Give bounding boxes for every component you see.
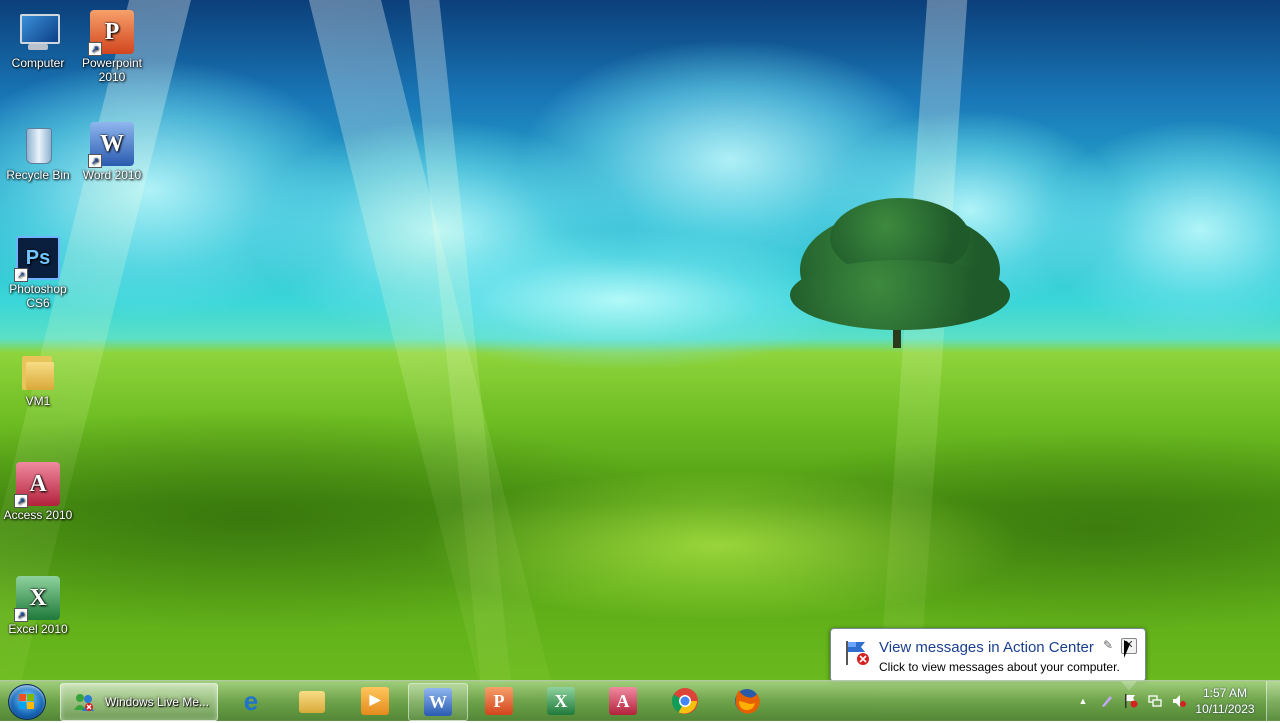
internet-explorer-icon: e [243, 686, 259, 716]
desktop-icon-powerpoint[interactable]: P ↗ Powerpoint 2010 [74, 10, 150, 84]
access-icon: A [609, 687, 637, 715]
network-icon[interactable] [1148, 694, 1162, 708]
taskbar-pin-powerpoint[interactable]: P [470, 683, 528, 719]
taskbar-pin-media-player[interactable]: ▶ [346, 683, 404, 719]
taskbar-pin-chrome[interactable] [656, 683, 714, 719]
excel-icon: X ↗ [14, 576, 60, 622]
desktop-icon-label: Computer [11, 56, 65, 70]
taskbar: Windows Live Me... e ▶ W P X A ▲ 1:57 AM… [0, 680, 1280, 721]
shortcut-arrow-icon: ↗ [14, 608, 28, 622]
notification-options-icon[interactable]: ✎ [1103, 638, 1113, 652]
clock-date: 10/11/2023 [1195, 702, 1255, 716]
desktop-icon-photoshop[interactable]: Ps ↗ Photoshop CS6 [0, 236, 76, 310]
desktop-icon-label: Access 2010 [3, 508, 73, 522]
desktop-icon-computer[interactable]: Computer [0, 10, 76, 70]
notification-title[interactable]: View messages in Action Center [879, 639, 1094, 656]
start-button[interactable] [8, 684, 46, 720]
show-desktop-button[interactable] [1266, 681, 1280, 721]
word-icon: W ↗ [88, 122, 134, 168]
taskbar-pin-internet-explorer[interactable]: e [222, 683, 280, 719]
mouse-cursor-icon [1124, 640, 1130, 658]
computer-icon [16, 10, 60, 54]
media-player-icon: ▶ [361, 687, 389, 715]
desktop-icon-access[interactable]: A ↗ Access 2010 [0, 462, 76, 522]
folder-icon [299, 691, 325, 713]
action-center-error-icon[interactable] [1124, 694, 1138, 708]
firefox-icon [733, 687, 761, 715]
windows-start-icon [19, 694, 35, 710]
shortcut-arrow-icon: ↗ [88, 42, 102, 56]
desktop-icon-label: Powerpoint 2010 [81, 56, 143, 84]
show-hidden-icons-icon[interactable]: ▲ [1076, 694, 1090, 708]
desktop-icon-label: Photoshop CS6 [9, 282, 67, 310]
pen-icon[interactable] [1100, 694, 1114, 708]
desktop-icon-recycle-bin[interactable]: Recycle Bin [0, 122, 76, 182]
shortcut-arrow-icon: ↗ [88, 154, 102, 168]
clock[interactable]: 1:57 AM 10/11/2023 [1192, 685, 1258, 717]
action-center-notification[interactable]: View messages in Action Center Click to … [830, 628, 1146, 691]
notification-text: Click to view messages about your comput… [879, 660, 1120, 674]
desktop-icon-label: Word 2010 [82, 168, 142, 182]
excel-icon: X [547, 687, 575, 715]
desktop-icon-label: VM1 [25, 394, 51, 408]
desktop-wallpaper [0, 0, 1280, 720]
desktop-icon-vm1[interactable]: VM1 [0, 348, 76, 408]
shortcut-arrow-icon: ↗ [14, 494, 28, 508]
taskbar-window-label: Windows Live Me... [105, 695, 210, 709]
recycle-bin-icon [16, 122, 60, 166]
desktop-icon-label: Excel 2010 [8, 622, 68, 636]
access-icon: A ↗ [14, 462, 60, 508]
clock-time: 1:57 AM [1202, 686, 1248, 700]
volume-muted-icon[interactable] [1172, 694, 1186, 708]
powerpoint-icon: P [485, 687, 513, 715]
word-icon: W [424, 688, 452, 716]
taskbar-pin-excel[interactable]: X [532, 683, 590, 719]
taskbar-pin-firefox[interactable] [718, 683, 776, 719]
desktop-icon-excel[interactable]: X ↗ Excel 2010 [0, 576, 76, 636]
shortcut-arrow-icon: ↗ [14, 268, 28, 282]
taskbar-pin-file-explorer[interactable] [284, 683, 342, 719]
windows-live-messenger-icon [73, 692, 95, 712]
taskbar-pin-word[interactable]: W [408, 683, 468, 721]
taskbar-window-windows-live-messenger[interactable]: Windows Live Me... [60, 683, 218, 721]
folder-icon [16, 348, 60, 392]
chrome-icon [671, 687, 699, 715]
action-center-flag-icon [843, 639, 869, 665]
desktop-icon-label: Recycle Bin [6, 168, 70, 182]
powerpoint-icon: P ↗ [88, 10, 134, 56]
desktop-icon-word[interactable]: W ↗ Word 2010 [74, 122, 150, 182]
taskbar-pin-access[interactable]: A [594, 683, 652, 719]
photoshop-icon: Ps ↗ [14, 236, 60, 282]
